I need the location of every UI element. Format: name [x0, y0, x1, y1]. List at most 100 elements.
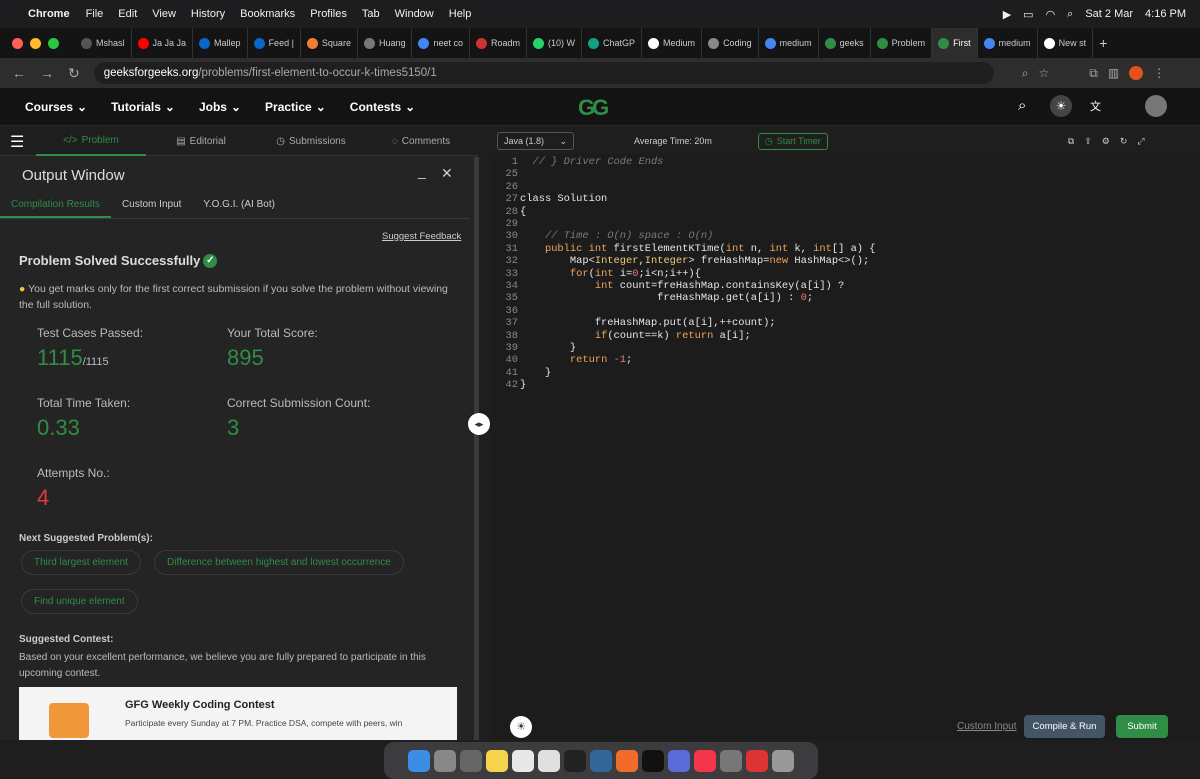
copy-icon[interactable]: ⧉: [1068, 136, 1074, 147]
intellij-icon[interactable]: [564, 749, 586, 772]
tab-yogi-bot[interactable]: Y.O.G.I. (AI Bot): [192, 193, 286, 218]
menu-bookmarks[interactable]: Bookmarks: [240, 8, 295, 20]
language-select[interactable]: Java (1.8) ⌄: [497, 132, 574, 150]
browser-tab[interactable]: Square: [301, 28, 358, 58]
tab-submissions[interactable]: ◷ Submissions: [256, 128, 366, 156]
notes-icon[interactable]: [486, 749, 508, 772]
bookmark-star-icon[interactable]: ☆: [1038, 66, 1049, 80]
browser-tab[interactable]: neet co: [412, 28, 471, 58]
search-icon[interactable]: ⌕: [1067, 8, 1073, 21]
postgres-icon[interactable]: [590, 749, 612, 772]
forward-icon[interactable]: →: [40, 65, 54, 82]
menu-help[interactable]: Help: [449, 8, 472, 20]
minimize-window-button[interactable]: [30, 37, 41, 49]
nav-tutorials[interactable]: Tutorials ⌄: [111, 100, 175, 114]
battery-icon[interactable]: ▭: [1023, 8, 1033, 21]
scrollbar[interactable]: [474, 157, 479, 740]
date[interactable]: Sat 2 Mar: [1085, 8, 1133, 20]
suggested-problem-1[interactable]: Third largest element: [21, 550, 141, 575]
back-icon[interactable]: ←: [12, 65, 26, 82]
contest-card[interactable]: GFG Weekly Coding Contest Participate ev…: [19, 687, 457, 740]
start-timer-button[interactable]: ◷ Start Timer: [757, 132, 828, 150]
lightbulb-icon[interactable]: ☀: [510, 716, 532, 738]
new-tab-button[interactable]: +: [1099, 35, 1107, 51]
tab-editorial[interactable]: ▤ Editorial: [146, 128, 256, 156]
browser-tab[interactable]: First: [932, 28, 978, 58]
browser-tab[interactable]: Ja Ja Ja: [132, 28, 194, 58]
menu-history[interactable]: History: [191, 8, 225, 20]
translate-icon[interactable]: 文: [1090, 98, 1101, 114]
browser-tab[interactable]: ChatGP: [582, 28, 643, 58]
close-icon[interactable]: ✕: [441, 165, 453, 182]
browser-tab[interactable]: Feed |: [248, 28, 301, 58]
user-avatar[interactable]: [1145, 95, 1167, 117]
play-icon[interactable]: ▶: [1003, 8, 1011, 21]
zoom-icon[interactable]: ⌕: [1022, 66, 1029, 81]
tab-custom-input[interactable]: Custom Input: [111, 193, 192, 218]
profile-avatar[interactable]: [1129, 66, 1144, 80]
theme-toggle-icon[interactable]: ☀: [1050, 95, 1072, 117]
browser-tab[interactable]: Medium: [642, 28, 703, 58]
wifi-icon[interactable]: ◠: [1046, 8, 1056, 21]
browser-tab[interactable]: New st: [1038, 28, 1094, 58]
tab-compilation-results[interactable]: Compilation Results: [0, 193, 111, 218]
postman-icon[interactable]: [616, 749, 638, 772]
menu-view[interactable]: View: [152, 8, 176, 20]
trash-icon[interactable]: [772, 749, 794, 772]
suggested-problem-2[interactable]: Difference between highest and lowest oc…: [154, 550, 404, 575]
browser-tab[interactable]: Roadm: [470, 28, 528, 58]
slack-icon[interactable]: [538, 749, 560, 772]
menu-profiles[interactable]: Profiles: [310, 8, 347, 20]
close-window-button[interactable]: [12, 37, 23, 49]
browser-tab[interactable]: medium: [759, 28, 819, 58]
launchpad-icon[interactable]: [434, 749, 456, 772]
browser-tab[interactable]: Mshasl: [75, 28, 132, 58]
browser-tab[interactable]: Problem: [871, 28, 933, 58]
chrome-icon[interactable]: [512, 749, 534, 772]
music-icon[interactable]: [694, 749, 716, 772]
menu-edit[interactable]: Edit: [118, 8, 137, 20]
terminal-icon[interactable]: [642, 749, 664, 772]
hamburger-icon[interactable]: ☰: [0, 132, 36, 152]
upload-icon[interactable]: ⇪: [1084, 136, 1092, 147]
sidebar-icon[interactable]: ▥: [1108, 66, 1119, 80]
search-icon[interactable]: ⌕: [1018, 97, 1026, 114]
time[interactable]: 4:16 PM: [1145, 8, 1186, 20]
app-icon[interactable]: [746, 749, 768, 772]
browser-tab[interactable]: (10) W: [527, 28, 583, 58]
nav-practice[interactable]: Practice ⌄: [265, 100, 326, 114]
menu-dots-icon[interactable]: ⋮: [1153, 66, 1165, 80]
url-field[interactable]: geeksforgeeks.org/problems/first-element…: [93, 62, 994, 84]
nav-contests[interactable]: Contests ⌄: [350, 100, 415, 114]
browser-tab[interactable]: geeks: [819, 28, 871, 58]
browser-tab[interactable]: Huang: [358, 28, 413, 58]
suggested-problem-3[interactable]: Find unique element: [21, 589, 138, 614]
menu-window[interactable]: Window: [395, 8, 434, 20]
compile-run-button[interactable]: Compile & Run: [1024, 715, 1105, 738]
menu-tab[interactable]: Tab: [362, 8, 380, 20]
calculator-icon[interactable]: [720, 749, 742, 772]
gfg-logo[interactable]: GG: [578, 95, 609, 121]
minimize-icon[interactable]: _: [418, 163, 426, 179]
code-editor[interactable]: [490, 128, 1200, 740]
nav-jobs[interactable]: Jobs ⌄: [199, 100, 241, 114]
suggest-feedback-link[interactable]: Suggest Feedback: [382, 231, 461, 242]
tab-problem[interactable]: </> Problem: [36, 128, 146, 156]
fullscreen-icon[interactable]: ⤢: [1137, 136, 1144, 147]
browser-tab[interactable]: Mallep: [193, 28, 248, 58]
tab-comments[interactable]: ◌ Comments: [366, 128, 476, 156]
browser-tab[interactable]: Coding: [702, 28, 759, 58]
settings-icon[interactable]: [460, 749, 482, 772]
browser-tab[interactable]: medium: [978, 28, 1038, 58]
extensions-icon[interactable]: ⧉: [1089, 66, 1098, 81]
settings-icon[interactable]: ⚙: [1102, 136, 1110, 147]
reset-icon[interactable]: ↻: [1120, 136, 1128, 147]
app-icon[interactable]: [668, 749, 690, 772]
submit-button[interactable]: Submit: [1116, 715, 1168, 738]
maximize-window-button[interactable]: [48, 37, 59, 49]
finder-icon[interactable]: [408, 749, 430, 772]
menu-file[interactable]: File: [86, 8, 104, 20]
custom-input-link[interactable]: Custom Input: [957, 721, 1016, 732]
resize-handle-icon[interactable]: ◂▸: [468, 413, 490, 435]
reload-icon[interactable]: ↻: [68, 65, 80, 82]
